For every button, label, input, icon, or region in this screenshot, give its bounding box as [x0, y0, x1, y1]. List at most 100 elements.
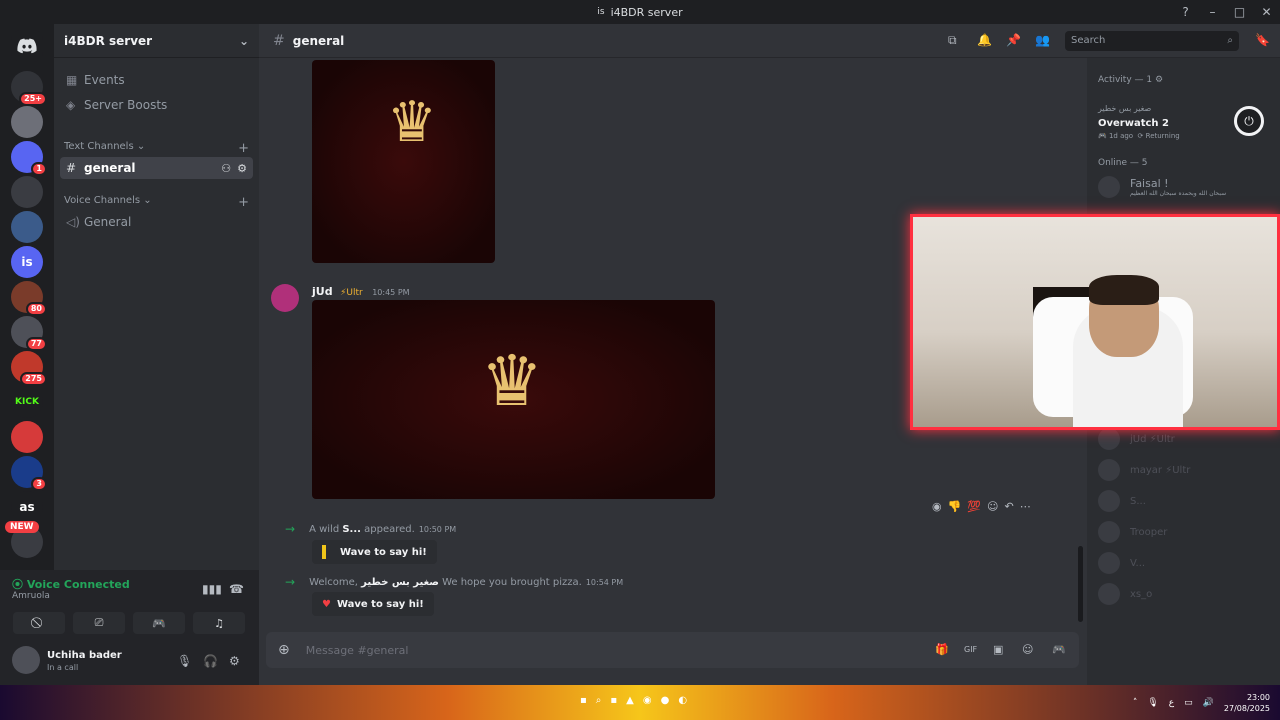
microphone-icon[interactable]: 🎙	[177, 654, 192, 668]
title-bar: is i4BDR server ? – □ ✕	[0, 0, 1280, 24]
server-icon[interactable]: is	[11, 246, 43, 278]
invite-icon[interactable]: ⚇	[221, 162, 231, 175]
minimize-icon[interactable]: –	[1199, 5, 1226, 19]
app-icon[interactable]: ●	[661, 695, 670, 706]
member-item[interactable]: S...	[1098, 490, 1146, 512]
message-image[interactable]: ♛	[312, 300, 715, 499]
apps-icon[interactable]: 🎮	[1052, 643, 1066, 656]
server-icon[interactable]: 77	[11, 316, 47, 351]
signal-icon: ⦿	[12, 578, 23, 591]
explorer-icon[interactable]: ▪	[580, 695, 587, 706]
folder-icon[interactable]: ▪	[610, 695, 617, 706]
noise-suppression-icon[interactable]: ▮▮▮	[202, 582, 222, 596]
activity-button[interactable]: 🎮	[133, 612, 185, 634]
webcam-overlay	[910, 214, 1280, 430]
headphones-icon[interactable]: 🎧	[203, 654, 218, 668]
thumbs-down-icon[interactable]: 👎	[948, 500, 962, 520]
server-icon[interactable]	[11, 106, 43, 138]
volume-icon[interactable]: 🔊	[1203, 698, 1214, 708]
soundboard-button[interactable]: ♫	[193, 612, 245, 634]
clock[interactable]: 23:00 27/08/2025	[1224, 692, 1270, 714]
notification-badge: 1	[31, 162, 47, 176]
avatar[interactable]	[12, 646, 40, 674]
author-name[interactable]: jUd	[312, 285, 333, 298]
emoji-icon[interactable]: ☺	[1022, 643, 1033, 656]
server-icon[interactable]	[11, 176, 43, 208]
channel-general[interactable]: # general ⚇ ⚙	[60, 157, 253, 179]
guild-header[interactable]: i4BDR server ⌄	[54, 24, 259, 58]
server-boosts-item[interactable]: ◈ Server Boosts	[60, 94, 253, 116]
online-heading: Online — 5	[1098, 158, 1148, 168]
more-icon[interactable]: ⋯	[1020, 500, 1031, 520]
member-item[interactable]: xs_o	[1098, 583, 1152, 605]
server-icon[interactable]	[11, 211, 43, 243]
gear-icon[interactable]: ⚙	[237, 162, 247, 175]
wave-button[interactable]: Wave to say hi!	[312, 540, 437, 564]
hundred-icon[interactable]: 💯	[967, 500, 981, 520]
add-voice-channel-icon[interactable]: +	[238, 195, 249, 210]
server-icon[interactable]: 1	[11, 141, 47, 176]
member-item[interactable]: jUd ⚡Ultr	[1098, 428, 1175, 450]
maximize-icon[interactable]: □	[1226, 5, 1253, 19]
reply-icon[interactable]: ↶	[1004, 500, 1013, 520]
member-item[interactable]: Faisal ! سبحان الله وبحمده سبحان الله الع…	[1098, 176, 1226, 198]
disconnect-icon[interactable]: ☎	[229, 582, 244, 596]
add-attachment-icon[interactable]: ⊕	[278, 642, 290, 658]
gift-icon[interactable]: 🎁	[935, 643, 949, 656]
discord-icon[interactable]: ◐	[678, 695, 687, 706]
member-item[interactable]: V...	[1098, 552, 1145, 574]
inbox-icon[interactable]: 🔖	[1255, 33, 1270, 47]
scrollbar[interactable]	[1078, 546, 1083, 622]
voice-channel-general[interactable]: ◁) General	[60, 211, 253, 233]
new-badge[interactable]: NEW	[5, 521, 39, 533]
wave-sticker-icon	[322, 545, 326, 559]
microphone-icon[interactable]: 🎙	[1147, 698, 1158, 708]
chevron-up-icon[interactable]: ˄	[1133, 698, 1138, 708]
activity-user[interactable]: صغير بس خطير	[1098, 104, 1151, 113]
search-icon[interactable]: ⌕	[596, 695, 602, 706]
member-item[interactable]: mayar ⚡Ultr	[1098, 459, 1190, 481]
screen-share-button[interactable]: ⎚	[73, 612, 125, 634]
gif-icon[interactable]: GIF	[964, 645, 977, 654]
wave-button[interactable]: ♥ Wave to say hi!	[312, 592, 434, 616]
add-channel-icon[interactable]: +	[238, 141, 249, 156]
message-input[interactable]: Message #general	[306, 644, 409, 657]
search-icon: ⌕	[1227, 35, 1233, 46]
bell-icon[interactable]: 🔔	[977, 33, 992, 47]
member-item[interactable]: Trooper	[1098, 521, 1167, 543]
server-icon[interactable]: 275	[11, 351, 47, 386]
help-icon[interactable]: ?	[1172, 5, 1199, 19]
server-icon[interactable]: KICK	[11, 386, 43, 418]
avatar[interactable]	[271, 284, 299, 312]
camera-button[interactable]: ⃠	[13, 612, 65, 634]
server-icon[interactable]: 80	[11, 281, 47, 316]
server-icon[interactable]: 3	[11, 456, 47, 491]
threads-icon[interactable]: ⧉	[948, 33, 957, 48]
system-message: → Welcome, صغير بس خطير We hope you brou…	[285, 575, 624, 589]
sticker-icon[interactable]: ▣	[993, 643, 1003, 656]
discord-home-icon[interactable]	[11, 30, 43, 62]
close-icon[interactable]: ✕	[1253, 5, 1280, 19]
message-header: jUd ⚡Ultr 10:45 PM	[312, 285, 410, 298]
voice-channels-category[interactable]: Voice Channels ⌄ +	[64, 195, 249, 210]
events-item[interactable]: ▦ Events	[60, 69, 253, 91]
text-channels-category[interactable]: Text Channels ⌄ +	[64, 141, 249, 156]
server-icon[interactable]: as	[11, 491, 43, 523]
activity-game[interactable]: Overwatch 2	[1098, 118, 1169, 129]
members-icon[interactable]: 👥	[1035, 33, 1050, 47]
pin-icon[interactable]: 📌	[1006, 33, 1021, 47]
search-input[interactable]: Search ⌕	[1065, 31, 1239, 51]
add-reaction-icon[interactable]: ☺	[987, 500, 998, 520]
chrome-icon[interactable]: ◉	[643, 695, 652, 706]
server-icon[interactable]	[11, 421, 43, 453]
voice-location[interactable]: Amruola	[12, 591, 50, 601]
network-icon[interactable]: ▭	[1184, 698, 1193, 708]
activity-heading: Activity — 1 ⚙	[1098, 75, 1164, 85]
language-indicator[interactable]: ع	[1169, 698, 1174, 708]
reaction-icon[interactable]: ◉	[932, 500, 942, 520]
message-composer[interactable]: ⊕ Message #general 🎁 GIF ▣ ☺ 🎮	[266, 632, 1079, 668]
settings-icon[interactable]: ⚙	[229, 654, 240, 668]
app-icon[interactable]: ▲	[626, 695, 634, 706]
message-image[interactable]: ♛	[312, 60, 495, 263]
server-icon[interactable]: 25+	[11, 71, 47, 106]
